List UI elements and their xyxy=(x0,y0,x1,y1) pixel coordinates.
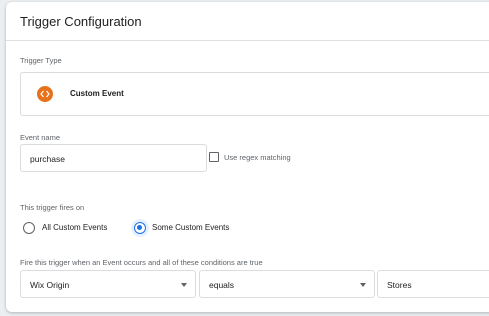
condition-value-text: Stores xyxy=(387,280,412,290)
condition-operator-value: equals xyxy=(209,280,235,290)
regex-checkbox[interactable] xyxy=(209,152,219,162)
regex-checkbox-label: Use regex matching xyxy=(224,153,291,162)
panel-header: Trigger Configuration xyxy=(6,2,489,41)
trigger-type-name: Custom Event xyxy=(70,89,124,98)
chevron-down-icon xyxy=(360,283,366,287)
code-icon xyxy=(37,86,53,102)
condition-operator-select[interactable]: equals xyxy=(199,270,375,298)
radio-all-custom-events-label: All Custom Events xyxy=(42,223,108,232)
condition-variable-value: Wix Origin xyxy=(30,280,70,290)
trigger-configuration-panel: Trigger Configuration Trigger Type Custo… xyxy=(6,2,489,312)
radio-all-custom-events[interactable] xyxy=(23,222,35,234)
event-name-label: Event name xyxy=(20,133,61,142)
condition-variable-select[interactable]: Wix Origin xyxy=(20,270,196,298)
event-name-value: purchase xyxy=(30,154,65,164)
trigger-type-selector[interactable]: Custom Event xyxy=(20,72,489,116)
conditions-label: Fire this trigger when an Event occurs a… xyxy=(20,258,263,267)
fires-on-label: This trigger fires on xyxy=(20,203,85,212)
chevron-down-icon xyxy=(181,283,187,287)
radio-some-custom-events[interactable] xyxy=(134,222,146,234)
panel-title: Trigger Configuration xyxy=(20,14,142,29)
condition-value-input[interactable]: Stores xyxy=(377,270,489,298)
trigger-type-label: Trigger Type xyxy=(20,56,62,65)
event-name-input[interactable]: purchase xyxy=(20,144,207,172)
radio-some-custom-events-label: Some Custom Events xyxy=(152,223,230,232)
